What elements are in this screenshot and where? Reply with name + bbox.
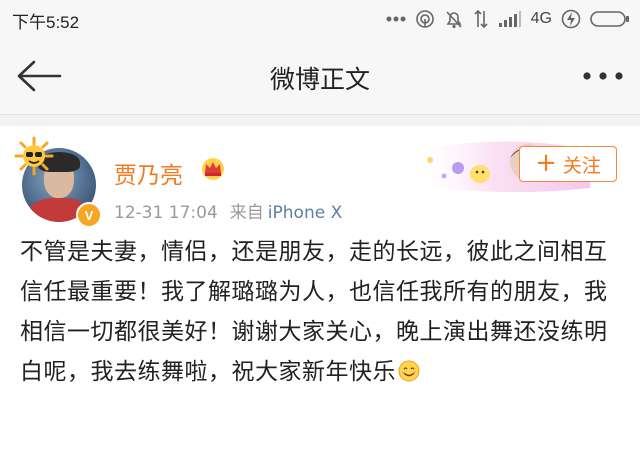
status-time: 下午5:52	[12, 13, 80, 32]
source-label: 来自	[229, 203, 264, 223]
post-meta: 12-31 17:04 来自 iPhone X	[114, 198, 342, 223]
charging-icon	[561, 9, 581, 29]
smile-emoji-icon	[398, 360, 420, 382]
battery-icon	[590, 9, 630, 29]
signal-icon	[498, 10, 522, 28]
follow-label: 关注	[562, 154, 601, 177]
post-card: V 贾乃亮 12-31 17:04 来自 iPhone X + 关注 不管是夫妻，情…	[0, 126, 640, 457]
status-icons: 4G	[386, 8, 630, 30]
nav-bar: 微博正文	[0, 38, 640, 115]
sun-sunglasses-icon	[14, 136, 54, 176]
verified-badge: V	[76, 202, 102, 228]
post-date: 12-31 17:04	[114, 203, 218, 223]
data-transfer-icon	[473, 9, 489, 29]
more-dots-icon	[386, 16, 406, 22]
status-bar: 下午5:52 4G	[0, 0, 640, 38]
mute-bell-icon	[444, 9, 464, 29]
more-button[interactable]	[582, 68, 624, 84]
post-body: 不管是夫妻，情侣，还是朋友，走的长远，彼此之间相互信任最重要！我了解璐璐为人，也…	[20, 239, 608, 385]
page-title: 微博正文	[269, 65, 370, 94]
hotspot-icon	[415, 9, 435, 29]
follow-button[interactable]: + 关注	[519, 146, 617, 182]
plus-icon: +	[535, 148, 557, 178]
post-text: 不管是夫妻，情侣，还是朋友，走的长远，彼此之间相互信任最重要！我了解璐璐为人，也…	[20, 232, 625, 392]
source-device[interactable]: iPhone X	[268, 203, 342, 223]
more-icon	[583, 72, 623, 80]
crown-icon[interactable]	[200, 156, 226, 180]
author-name[interactable]: 贾乃亮	[114, 156, 183, 190]
network-type: 4G	[530, 10, 552, 27]
